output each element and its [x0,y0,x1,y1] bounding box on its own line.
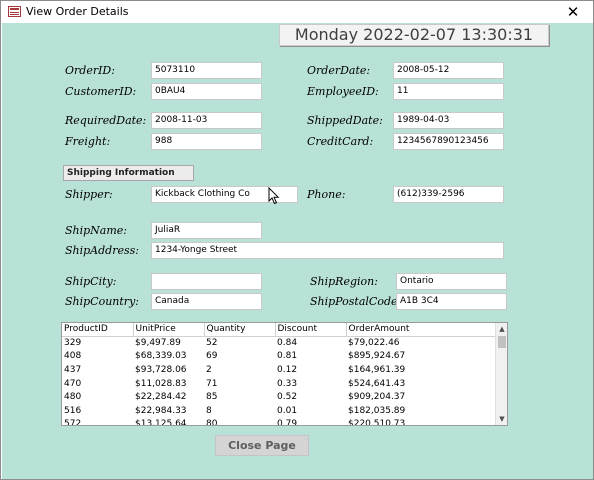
cell-productid: 516 [64,405,82,416]
mouse-pointer-icon [268,187,280,205]
freight-label: Freight: [65,135,111,148]
cell-quantity: 69 [206,351,218,362]
employee-id-field[interactable]: 11 [393,83,504,100]
cell-quantity: 80 [206,419,218,426]
ship-postal-code-label: ShipPostalCode: [310,295,402,308]
close-page-button[interactable]: Close Page [215,435,309,456]
ship-city-label: ShipCity: [65,275,117,288]
cell-discount: 0.01 [277,405,298,416]
window-title: View Order Details [26,5,129,18]
cell-unitprice: $22,284.42 [135,392,187,403]
cell-discount: 0.79 [277,419,298,426]
cell-orderamount: $220,510.73 [348,419,406,426]
cell-orderamount: $524,641.43 [348,378,406,389]
freight-field[interactable]: 988 [151,133,262,150]
order-details-grid[interactable]: ProductID UnitPrice Quantity Discount Or… [61,322,508,426]
required-date-field[interactable]: 2008-11-03 [151,112,262,129]
ship-region-label: ShipRegion: [310,275,378,288]
order-id-label: OrderID: [65,64,115,77]
order-form: Monday 2022-02-07 13:30:31 OrderID: 5073… [2,23,593,479]
order-date-field[interactable]: 2008-05-12 [393,62,504,79]
order-details-table: ProductID UnitPrice Quantity Discount Or… [62,323,497,426]
cell-discount: 0.81 [277,351,298,362]
column-header-unitprice[interactable]: UnitPrice [133,323,205,337]
scroll-up-arrow-icon[interactable]: ▲ [496,323,507,335]
ship-name-label: ShipName: [65,224,128,237]
cell-unitprice: $22,984.33 [135,405,187,416]
cell-discount: 0.33 [277,378,298,389]
cell-discount: 0.12 [277,364,298,375]
cell-productid: 572 [64,419,82,426]
phone-field[interactable]: (612)339-2596 [393,186,504,203]
credit-card-field[interactable]: 1234567890123456 [393,133,504,150]
title-bar: View Order Details ✕ [1,1,593,23]
datetime-display: Monday 2022-02-07 13:30:31 [279,24,549,46]
table-row[interactable]: 470 $11,028.83 71 0.33 $524,641.43 [62,377,496,391]
ship-name-field[interactable]: JuliaR [151,222,262,239]
ship-address-field[interactable]: 1234-Yonge Street [151,242,504,259]
cell-orderamount: $79,022.46 [348,338,400,349]
required-date-label: RequiredDate: [65,114,147,127]
cell-productid: 437 [64,364,82,375]
cell-orderamount: $909,204.37 [348,392,406,403]
cell-productid: 408 [64,351,82,362]
customer-id-label: CustomerID: [65,85,137,98]
column-header-productid[interactable]: ProductID [62,323,134,337]
cell-orderamount: $182,035.89 [348,405,406,416]
ship-country-field[interactable]: Canada [151,293,262,310]
grid-header-row: ProductID UnitPrice Quantity Discount Or… [62,323,497,337]
table-row[interactable]: 516 $22,984.33 8 0.01 $182,035.89 [62,404,496,418]
cell-unitprice: $11,028.83 [135,378,187,389]
phone-label: Phone: [307,188,346,201]
shipped-date-field[interactable]: 1989-04-03 [393,112,504,129]
cell-quantity: 2 [206,364,212,375]
cell-unitprice: $13,125.64 [135,419,187,426]
shipped-date-label: ShippedDate: [307,114,383,127]
grid-vertical-scrollbar[interactable]: ▲ ▼ [495,323,507,425]
window-close-button[interactable]: ✕ [561,1,585,23]
ship-postal-code-field[interactable]: A1B 3C4 [396,293,507,310]
table-row[interactable]: 329 $9,497.89 52 0.84 $79,022.46 [62,336,496,350]
shipper-label: Shipper: [65,188,113,201]
order-date-label: OrderDate: [307,64,371,77]
ship-address-label: ShipAddress: [65,244,139,257]
table-row[interactable]: 480 $22,284.42 85 0.52 $909,204.37 [62,390,496,404]
column-header-quantity[interactable]: Quantity [204,323,276,337]
scroll-down-arrow-icon[interactable]: ▼ [496,413,507,425]
cell-quantity: 85 [206,392,218,403]
ship-region-field[interactable]: Ontario [396,273,507,290]
table-row[interactable]: 572 $13,125.64 80 0.79 $220,510.73 [62,418,496,426]
cell-productid: 329 [64,338,82,349]
ship-country-label: ShipCountry: [65,295,139,308]
cell-unitprice: $9,497.89 [135,338,181,349]
column-header-orderamount[interactable]: OrderAmount [346,323,497,337]
table-row[interactable]: 437 $93,728.06 2 0.12 $164,961.39 [62,363,496,377]
customer-id-field[interactable]: 0BAU4 [151,83,262,100]
column-header-discount[interactable]: Discount [275,323,347,337]
cell-discount: 0.52 [277,392,298,403]
scroll-thumb[interactable] [498,336,506,348]
cell-unitprice: $68,339.03 [135,351,187,362]
cell-discount: 0.84 [277,338,298,349]
order-id-field[interactable]: 5073110 [151,62,262,79]
table-row[interactable]: 408 $68,339.03 69 0.81 $895,924.67 [62,350,496,364]
ship-city-field[interactable] [151,273,262,290]
cell-quantity: 71 [206,378,218,389]
cell-quantity: 8 [206,405,212,416]
cell-orderamount: $895,924.67 [348,351,406,362]
shipping-information-header: Shipping Information [63,165,194,181]
employee-id-label: EmployeeID: [307,85,379,98]
form-icon [8,6,21,17]
order-details-window: View Order Details ✕ Monday 2022-02-07 1… [0,0,594,480]
cell-productid: 470 [64,378,82,389]
cell-orderamount: $164,961.39 [348,364,406,375]
credit-card-label: CreditCard: [307,135,374,148]
cell-productid: 480 [64,392,82,403]
cell-quantity: 52 [206,338,218,349]
cell-unitprice: $93,728.06 [135,364,187,375]
